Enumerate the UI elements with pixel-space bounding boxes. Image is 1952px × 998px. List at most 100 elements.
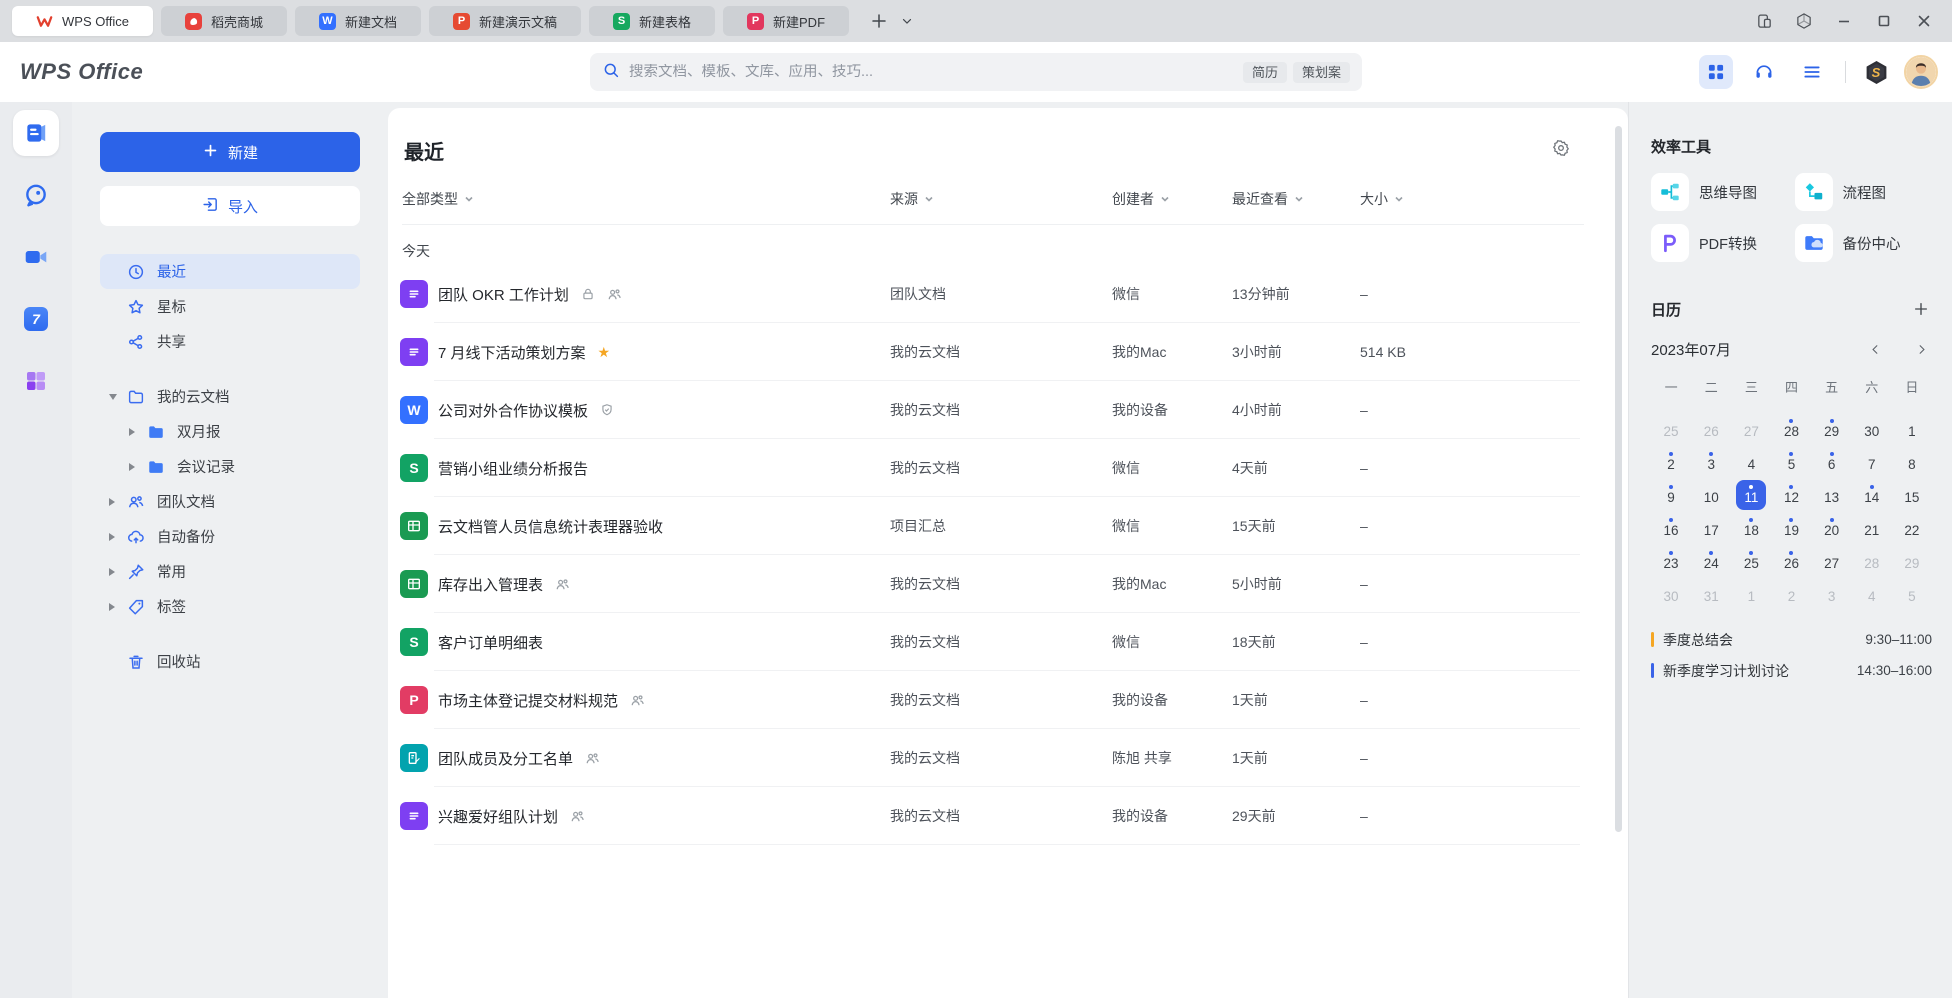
calendar-day[interactable]: 22 (1892, 511, 1932, 544)
calendar-day[interactable]: 19 (1771, 511, 1811, 544)
workspace-cube-icon[interactable] (1788, 6, 1820, 36)
rail-item-meeting[interactable] (13, 234, 59, 280)
new-button[interactable]: 新建 (100, 132, 360, 172)
file-row[interactable]: 团队成员及分工名单 我的云文档 陈旭 共享 1天前 – (388, 729, 1628, 787)
file-row[interactable]: P市场主体登记提交材料规范 我的云文档 我的设备 1天前 – (388, 671, 1628, 729)
calendar-day[interactable]: 21 (1852, 511, 1892, 544)
filter-全部类型[interactable]: 全部类型 (402, 189, 890, 209)
filter-大小[interactable]: 大小 (1360, 189, 1404, 209)
file-row[interactable]: 团队 OKR 工作计划 团队文档 微信 13分钟前 – (388, 265, 1628, 323)
calendar-day[interactable]: 20 (1812, 511, 1852, 544)
calendar-day[interactable]: 30 (1852, 412, 1892, 445)
calendar-day[interactable]: 28 (1852, 544, 1892, 577)
calendar-day[interactable]: 23 (1651, 544, 1691, 577)
sidebar-item-标签[interactable]: 标签 (100, 589, 360, 624)
calendar-day[interactable]: 30 (1651, 577, 1691, 610)
file-row[interactable]: S客户订单明细表 我的云文档 微信 18天前 – (388, 613, 1628, 671)
tab-稻壳商城[interactable]: 稻壳商城 (161, 6, 287, 36)
tab-WPS Office[interactable]: WPS Office (12, 6, 153, 36)
caret-right-icon[interactable] (129, 428, 135, 436)
calendar-day[interactable]: 28 (1771, 412, 1811, 445)
calendar-day[interactable]: 4 (1731, 445, 1771, 478)
search-bar[interactable]: 简历策划案 (590, 53, 1362, 91)
search-tag[interactable]: 简历 (1243, 62, 1287, 83)
calendar-day[interactable]: 9 (1651, 478, 1691, 511)
support-headset-button[interactable] (1747, 55, 1781, 89)
calendar-day[interactable]: 8 (1892, 445, 1932, 478)
calendar-day[interactable]: 31 (1691, 577, 1731, 610)
calendar-prev-icon[interactable] (1864, 338, 1886, 360)
calendar-day[interactable]: 10 (1691, 478, 1731, 511)
search-tag[interactable]: 策划案 (1293, 62, 1350, 83)
svip-badge[interactable]: S (1862, 58, 1890, 86)
add-event-plus-icon[interactable] (1910, 298, 1932, 320)
tab-新建文档[interactable]: W新建文档 (295, 6, 421, 36)
new-tab-button[interactable] (865, 7, 893, 35)
menu-hamburger-button[interactable] (1795, 55, 1829, 89)
calendar-day[interactable]: 27 (1731, 412, 1771, 445)
calendar-day[interactable]: 24 (1691, 544, 1731, 577)
calendar-day[interactable]: 14 (1852, 478, 1892, 511)
maximize-button[interactable] (1868, 6, 1900, 36)
rail-item-apps[interactable] (13, 358, 59, 404)
apps-grid-button[interactable] (1699, 55, 1733, 89)
calendar-day[interactable]: 2 (1771, 577, 1811, 610)
calendar-day[interactable]: 16 (1651, 511, 1691, 544)
tab-新建表格[interactable]: S新建表格 (589, 6, 715, 36)
rail-item-chat[interactable] (13, 172, 59, 218)
filter-创建者[interactable]: 创建者 (1112, 189, 1232, 209)
calendar-event[interactable]: 新季度学习计划讨论14:30–16:00 (1651, 655, 1932, 686)
calendar-day[interactable]: 2 (1651, 445, 1691, 478)
file-row[interactable]: 7 月线下活动策划方案★ 我的云文档 我的Mac 3小时前 514 KB (388, 323, 1628, 381)
calendar-day[interactable]: 29 (1892, 544, 1932, 577)
sidebar-item-最近[interactable]: 最近 (100, 254, 360, 289)
tool-PDF转换[interactable]: PDF转换 (1651, 224, 1789, 262)
calendar-day[interactable]: 13 (1812, 478, 1852, 511)
file-row[interactable]: 库存出入管理表 我的云文档 我的Mac 5小时前 – (388, 555, 1628, 613)
calendar-day[interactable]: 25 (1731, 544, 1771, 577)
sidebar-item-自动备份[interactable]: 自动备份 (100, 519, 360, 554)
sidebar-item-团队文档[interactable]: 团队文档 (100, 484, 360, 519)
calendar-day[interactable]: 7 (1852, 445, 1892, 478)
calendar-event[interactable]: 季度总结会9:30–11:00 (1651, 624, 1932, 655)
sidebar-item-星标[interactable]: 星标 (100, 289, 360, 324)
settings-gear-icon[interactable] (1552, 139, 1570, 162)
calendar-day[interactable]: 5 (1771, 445, 1811, 478)
calendar-next-icon[interactable] (1910, 338, 1932, 360)
filter-最近查看[interactable]: 最近查看 (1232, 189, 1360, 209)
close-button[interactable] (1908, 6, 1940, 36)
caret-down-icon[interactable] (109, 394, 117, 400)
tab-新建PDF[interactable]: P新建PDF (723, 6, 849, 36)
caret-right-icon[interactable] (109, 568, 115, 576)
calendar-day[interactable]: 4 (1852, 577, 1892, 610)
sidebar-item-双月报[interactable]: 双月报 (100, 414, 360, 449)
file-row[interactable]: 云文档管人员信息统计表理器验收 项目汇总 微信 15天前 – (388, 497, 1628, 555)
sidebar-item-会议记录[interactable]: 会议记录 (100, 449, 360, 484)
file-row[interactable]: W公司对外合作协议模板 我的云文档 我的设备 4小时前 – (388, 381, 1628, 439)
rail-item-calendar[interactable]: 7 (13, 296, 59, 342)
tab-新建演示文稿[interactable]: P新建演示文稿 (429, 6, 581, 36)
caret-right-icon[interactable] (109, 533, 115, 541)
caret-right-icon[interactable] (109, 498, 115, 506)
calendar-day[interactable]: 11 (1731, 478, 1771, 511)
tool-流程图[interactable]: 流程图 (1795, 173, 1933, 211)
calendar-day[interactable]: 1 (1892, 412, 1932, 445)
calendar-day[interactable]: 6 (1812, 445, 1852, 478)
calendar-day[interactable]: 17 (1691, 511, 1731, 544)
file-row[interactable]: S营销小组业绩分析报告 我的云文档 微信 4天前 – (388, 439, 1628, 497)
caret-right-icon[interactable] (129, 463, 135, 471)
tool-思维导图[interactable]: 思维导图 (1651, 173, 1789, 211)
search-input[interactable] (629, 64, 1228, 80)
sidebar-item-共享[interactable]: 共享 (100, 324, 360, 359)
calendar-day[interactable]: 26 (1691, 412, 1731, 445)
tab-list-chevron-button[interactable] (893, 7, 921, 35)
calendar-day[interactable]: 3 (1691, 445, 1731, 478)
calendar-day[interactable]: 26 (1771, 544, 1811, 577)
sidebar-item-回收站[interactable]: 回收站 (100, 644, 360, 679)
caret-right-icon[interactable] (109, 603, 115, 611)
calendar-day[interactable]: 5 (1892, 577, 1932, 610)
calendar-day[interactable]: 12 (1771, 478, 1811, 511)
rail-item-documents[interactable] (13, 110, 59, 156)
user-avatar[interactable] (1904, 55, 1938, 89)
calendar-day[interactable]: 29 (1812, 412, 1852, 445)
